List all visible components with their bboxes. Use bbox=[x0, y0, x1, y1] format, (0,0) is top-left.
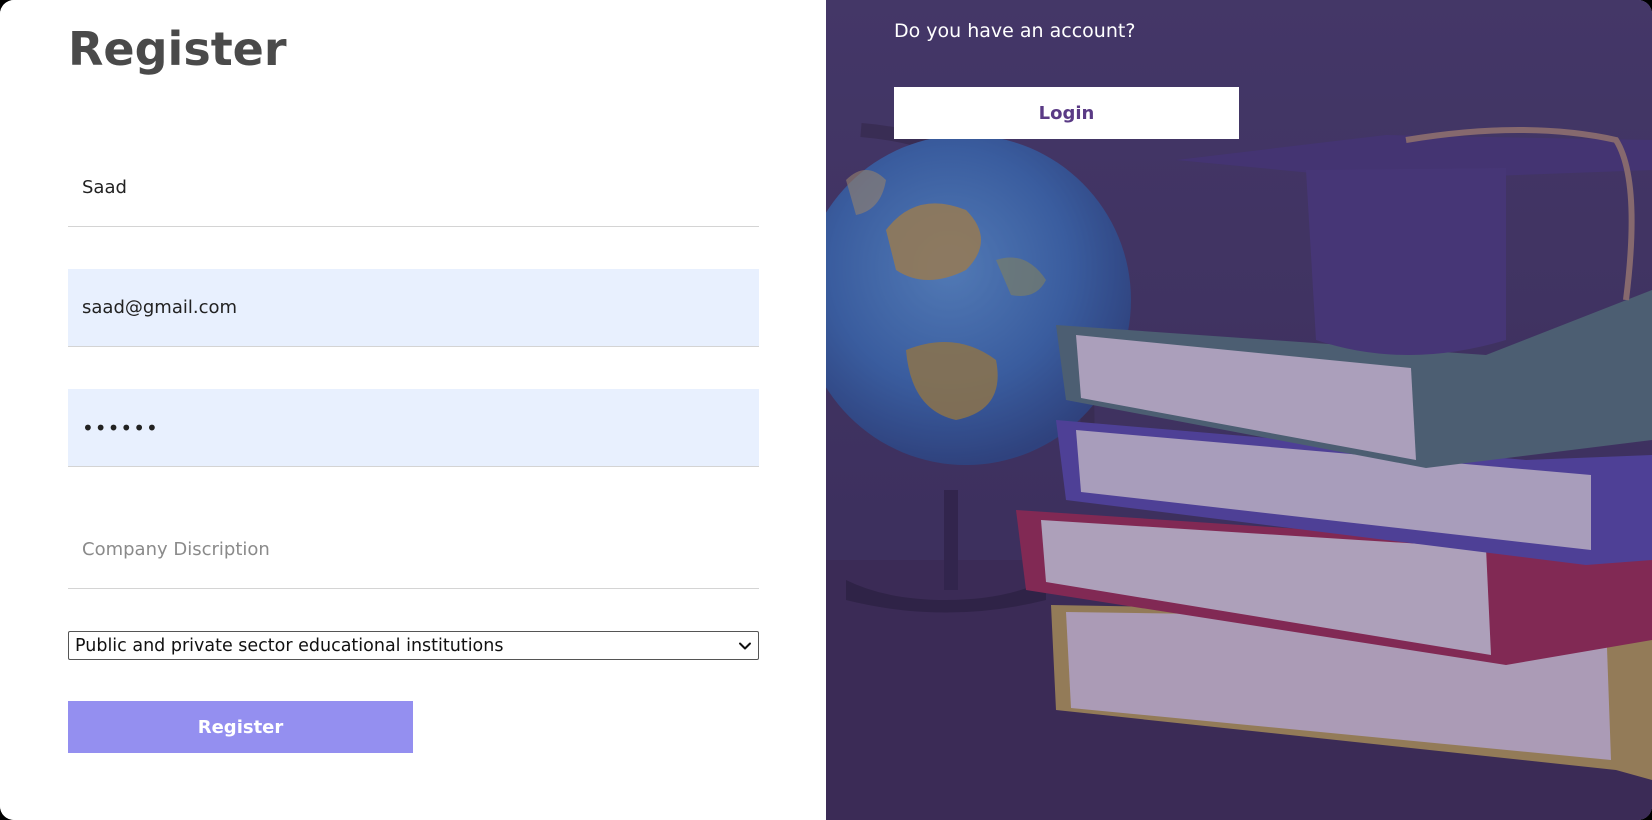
register-button[interactable]: Register bbox=[68, 701, 413, 753]
register-form-panel: Register Public and private sector educa… bbox=[0, 0, 826, 820]
company-description-field[interactable] bbox=[68, 511, 759, 589]
email-field[interactable] bbox=[68, 269, 759, 347]
login-side-panel: Do you have an account? Login bbox=[826, 0, 1652, 820]
login-button[interactable]: Login bbox=[894, 87, 1239, 139]
password-field[interactable] bbox=[68, 389, 759, 467]
sector-select-value: Public and private sector educational in… bbox=[75, 636, 504, 656]
name-field[interactable] bbox=[68, 149, 759, 227]
chevron-down-icon bbox=[739, 642, 751, 650]
sector-select[interactable]: Public and private sector educational in… bbox=[68, 631, 759, 660]
register-page: Register Public and private sector educa… bbox=[0, 0, 1652, 820]
page-title: Register bbox=[68, 22, 287, 76]
account-question: Do you have an account? bbox=[894, 20, 1136, 42]
